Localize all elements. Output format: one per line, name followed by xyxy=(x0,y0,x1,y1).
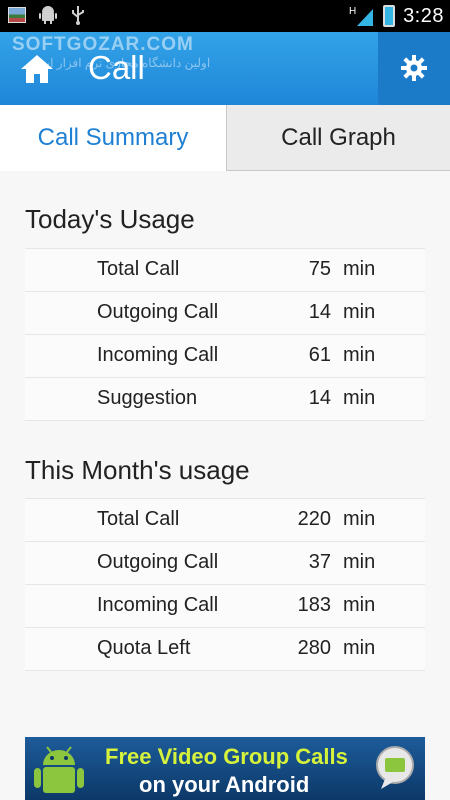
gallery-icon xyxy=(8,7,26,23)
android-debug-icon xyxy=(39,6,57,24)
row-unit: min xyxy=(343,344,376,366)
settings-button[interactable] xyxy=(378,32,450,105)
tab-call-summary[interactable]: Call Summary xyxy=(0,105,226,171)
ad-headline: Free Video Group Calls xyxy=(105,744,348,769)
row-unit: min xyxy=(343,301,376,323)
row-label: Outgoing Call xyxy=(97,301,219,323)
row-value: 61 xyxy=(308,344,331,366)
row-unit: min xyxy=(343,258,376,280)
table-row: Outgoing Call 14 min xyxy=(25,291,425,334)
table-row: Total Call 75 min xyxy=(25,248,425,291)
ad-banner[interactable]: Free Video Group Calls on your Android xyxy=(25,737,425,800)
row-value: 14 xyxy=(308,301,331,323)
row-unit: min xyxy=(343,387,376,409)
status-bar: H 3:28 xyxy=(0,0,450,32)
today-usage-table: Total Call 75 min Outgoing Call 14 min I… xyxy=(25,248,425,421)
tab-bar: Call Summary Call Graph xyxy=(0,105,450,171)
page-title: Call xyxy=(88,49,145,86)
row-unit: min xyxy=(343,551,376,573)
row-label: Total Call xyxy=(97,508,180,530)
table-row: Suggestion 14 min xyxy=(25,377,425,421)
row-value: 280 xyxy=(297,637,331,659)
battery-icon xyxy=(383,5,396,27)
row-label: Outgoing Call xyxy=(97,551,219,573)
row-label: Incoming Call xyxy=(97,594,219,616)
tab-call-graph[interactable]: Call Graph xyxy=(226,105,450,171)
row-value: 183 xyxy=(297,594,331,616)
table-row: Total Call 220 min xyxy=(25,498,425,541)
svg-text:H: H xyxy=(349,6,356,17)
ad-subline: on your Android xyxy=(139,772,310,797)
month-usage-title: This Month's usage xyxy=(25,455,250,485)
table-row: Outgoing Call 37 min xyxy=(25,541,425,584)
row-unit: min xyxy=(343,637,376,659)
row-label: Total Call xyxy=(97,258,180,280)
status-time: 3:28 xyxy=(403,4,444,27)
row-unit: min xyxy=(343,508,376,530)
action-bar: SOFTGOZAR.COM اولین دانشگاه مجازی نرم اف… xyxy=(0,32,450,105)
home-icon[interactable] xyxy=(20,53,54,85)
row-value: 220 xyxy=(297,508,331,530)
signal-icon: H xyxy=(349,6,374,26)
table-row: Incoming Call 183 min xyxy=(25,584,425,627)
month-usage-table: Total Call 220 min Outgoing Call 37 min … xyxy=(25,498,425,671)
gear-icon xyxy=(401,55,427,81)
chat-bubble-icon xyxy=(376,746,414,789)
usb-icon xyxy=(72,6,84,25)
row-label: Incoming Call xyxy=(97,344,219,366)
today-usage-title: Today's Usage xyxy=(25,204,195,234)
android-robot-icon xyxy=(34,746,84,793)
row-unit: min xyxy=(343,594,376,616)
row-value: 75 xyxy=(308,258,331,280)
row-label: Quota Left xyxy=(97,637,191,659)
table-row: Quota Left 280 min xyxy=(25,627,425,671)
row-value: 14 xyxy=(308,387,331,409)
row-label: Suggestion xyxy=(97,387,198,409)
row-value: 37 xyxy=(308,551,331,573)
table-row: Incoming Call 61 min xyxy=(25,334,425,377)
